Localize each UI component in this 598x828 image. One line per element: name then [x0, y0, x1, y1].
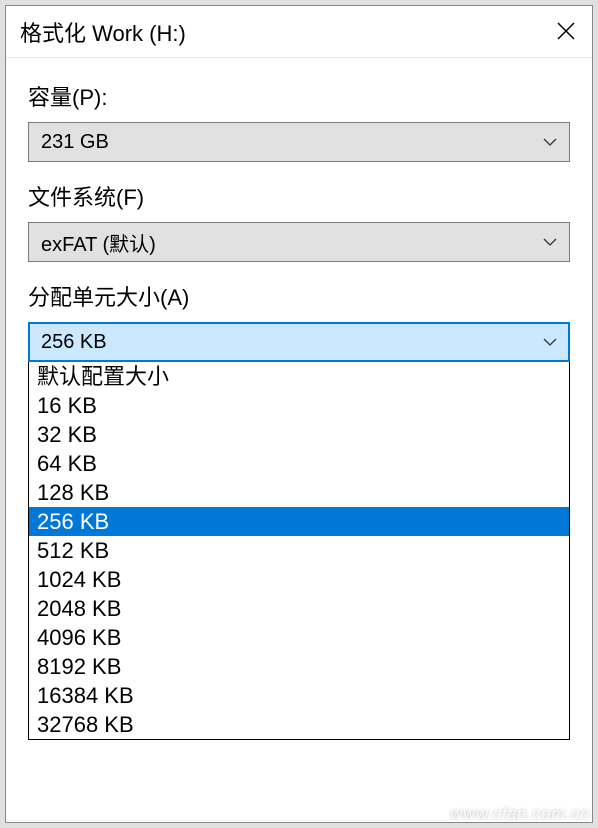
allocation-option[interactable]: 32 KB	[29, 420, 569, 449]
filesystem-label: 文件系统(F)	[28, 180, 570, 212]
allocation-option[interactable]: 8192 KB	[29, 652, 569, 681]
allocation-label: 分配单元大小(A)	[28, 280, 570, 312]
allocation-value: 256 KB	[41, 331, 107, 354]
chevron-down-icon	[543, 338, 557, 346]
allocation-option[interactable]: 64 KB	[29, 449, 569, 478]
allocation-option[interactable]: 16384 KB	[29, 681, 569, 710]
allocation-option[interactable]: 2048 KB	[29, 594, 569, 623]
capacity-value: 231 GB	[41, 131, 109, 154]
allocation-option[interactable]: 256 KB	[29, 507, 569, 536]
allocation-select[interactable]: 256 KB	[28, 322, 570, 362]
dialog-title: 格式化 Work (H:)	[20, 16, 186, 48]
allocation-option[interactable]: 32768 KB	[29, 710, 569, 739]
filesystem-value: exFAT (默认)	[41, 228, 156, 257]
chevron-down-icon	[543, 138, 557, 146]
capacity-select[interactable]: 231 GB	[28, 122, 570, 162]
close-icon	[556, 21, 576, 41]
allocation-option[interactable]: 4096 KB	[29, 623, 569, 652]
format-dialog: 格式化 Work (H:) 容量(P): 231 GB 文件系统(F) exFA…	[5, 5, 593, 823]
allocation-option[interactable]: 默认配置大小	[29, 362, 569, 391]
allocation-option[interactable]: 512 KB	[29, 536, 569, 565]
allocation-option[interactable]: 128 KB	[29, 478, 569, 507]
titlebar: 格式化 Work (H:)	[6, 6, 592, 58]
dialog-content: 容量(P): 231 GB 文件系统(F) exFAT (默认) 分配单元大小(…	[6, 58, 592, 740]
capacity-label: 容量(P):	[28, 80, 570, 112]
allocation-dropdown-list: 默认配置大小16 KB32 KB64 KB128 KB256 KB512 KB1…	[28, 362, 570, 740]
close-button[interactable]	[556, 19, 576, 45]
allocation-option[interactable]: 1024 KB	[29, 565, 569, 594]
capacity-group: 容量(P): 231 GB	[28, 80, 570, 162]
filesystem-group: 文件系统(F) exFAT (默认)	[28, 180, 570, 262]
chevron-down-icon	[543, 238, 557, 246]
allocation-group: 分配单元大小(A) 256 KB 默认配置大小16 KB32 KB64 KB12…	[28, 280, 570, 740]
filesystem-select[interactable]: exFAT (默认)	[28, 222, 570, 262]
allocation-option[interactable]: 16 KB	[29, 391, 569, 420]
